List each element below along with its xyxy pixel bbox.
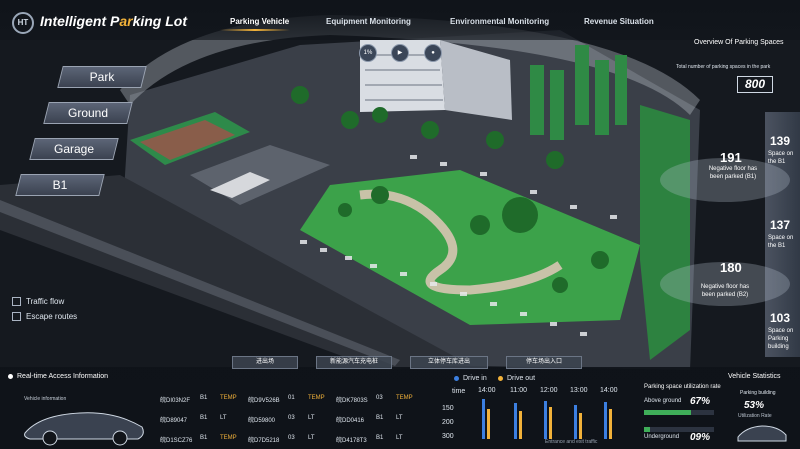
space-building-label: Space on Parking building — [768, 328, 794, 350]
nav-revenue-situation[interactable]: Revenue Situation — [584, 17, 654, 26]
type-cell: TEMP — [308, 395, 325, 401]
underground-label: Underground — [644, 434, 680, 440]
legend-drive-in: Drive in — [454, 375, 487, 382]
vehicle-icon — [737, 425, 787, 442]
y-tick: 300 — [442, 433, 454, 440]
type-cell: TEMP — [396, 395, 413, 401]
record-button[interactable]: ● — [424, 44, 442, 62]
flow-caption: Entrance and exit traffic — [545, 439, 598, 445]
underground-value: 09% — [690, 432, 711, 443]
tab-entry-exit[interactable]: 进出场 — [232, 356, 298, 369]
nav-active-indicator — [220, 29, 290, 31]
floor-button-ground[interactable]: Ground — [43, 102, 133, 124]
parked-b1-value: 191 — [720, 150, 742, 165]
plate-cell: 皖D89047 — [160, 418, 188, 424]
tab-charging-piles[interactable]: 新能源汽车充电桩 — [316, 356, 392, 369]
time-tick: 14:00 — [478, 387, 496, 394]
above-ground-bar — [644, 410, 714, 415]
top-bar: HT Intelligent Parking Lot Parking Vehic… — [0, 0, 800, 40]
vehicle-stats-value: 53% — [744, 400, 765, 411]
traffic-flow-checkbox[interactable] — [12, 297, 21, 307]
legend-drive-out: Drive out — [498, 375, 535, 382]
tab-lot-entrances[interactable]: 停车场出入口 — [506, 356, 582, 369]
parked-b2-value: 180 — [720, 260, 742, 275]
access-dot-icon — [8, 373, 13, 379]
floor-cell: 03 — [288, 415, 295, 421]
floor-cell: B1 — [200, 395, 208, 401]
time-tick: 12:00 — [540, 387, 558, 394]
drive-out-dot-icon — [498, 375, 503, 381]
space-b1-label: Space on the B1 — [768, 151, 794, 165]
floor-cell: 03 — [376, 395, 383, 401]
floor-cell: B1 — [376, 415, 384, 421]
legend-escape-routes[interactable]: Escape routes — [12, 312, 77, 322]
y-tick: 200 — [442, 419, 454, 426]
access-title: Real-time Access Information — [8, 373, 108, 380]
plate-cell: 皖D59800 — [248, 418, 276, 424]
plate-cell: 皖D9V526B — [248, 398, 280, 404]
parked-b1-label: Negative floor has been parked (B1) — [708, 166, 758, 180]
app-title: Intelligent Parking Lot — [40, 13, 188, 29]
access-table: 皖DI03N2F B1 TEMP 皖D9V526B 01 TEMP 皖DK780… — [160, 385, 430, 445]
floor-button-b1[interactable]: B1 — [15, 174, 105, 196]
zoom-percent-button[interactable]: 1% — [359, 44, 377, 62]
plate-cell: 皖D4178T3 — [336, 438, 367, 444]
space-b1b-label: Space on the B1 — [768, 235, 794, 249]
legend-traffic-flow[interactable]: Traffic flow — [12, 297, 64, 307]
space-b1b-value: 137 — [770, 218, 791, 232]
sports-car-icon — [24, 412, 144, 446]
time-tick: 14:00 — [600, 387, 618, 394]
vehicle-stats-title: Vehicle Statistics — [728, 373, 781, 380]
above-ground-label: Above ground — [644, 398, 682, 404]
parking-building-label: Parking building — [740, 390, 776, 396]
nav-environmental-monitoring[interactable]: Environmental Monitoring — [450, 17, 549, 26]
nav-equipment-monitoring[interactable]: Equipment Monitoring — [326, 17, 411, 26]
floor-button-park[interactable]: Park — [57, 66, 147, 88]
plate-cell: 皖D1SCZ76 — [160, 438, 193, 444]
space-b1-value: 139 — [770, 134, 791, 148]
drive-in-dot-icon — [454, 375, 459, 381]
type-cell: TEMP — [220, 435, 237, 441]
time-tick: 11:00 — [510, 387, 527, 394]
type-cell: TEMP — [220, 395, 237, 401]
type-cell: LT — [220, 415, 227, 421]
escape-routes-checkbox[interactable] — [12, 312, 21, 322]
brand-logo-icon: HT — [12, 12, 34, 34]
type-cell: LT — [396, 415, 403, 421]
plate-cell: 皖DI03N2F — [160, 398, 191, 404]
total-spaces-value: 800 — [737, 76, 773, 93]
type-cell: LT — [308, 415, 315, 421]
nav-parking-vehicle[interactable]: Parking Vehicle — [230, 17, 289, 26]
underground-bar — [644, 427, 714, 432]
bottom-panel: Real-time Access Information Vehicle inf… — [0, 367, 800, 449]
floor-cell: B1 — [200, 435, 208, 441]
plate-cell: 皖DK7803S — [336, 398, 368, 404]
floor-cell: 01 — [288, 395, 295, 401]
time-axis-label: time — [452, 388, 466, 395]
overview-title: Overview Of Parking Spaces — [694, 39, 784, 46]
plate-cell: 皖DD0416 — [336, 418, 365, 424]
tab-stereo-garage[interactable]: 立体停车库进出 — [410, 356, 488, 369]
floor-button-garage[interactable]: Garage — [29, 138, 119, 160]
floor-cell: B1 — [200, 415, 208, 421]
plate-cell: 皖D7D5218 — [248, 438, 280, 444]
type-cell: LT — [396, 435, 403, 441]
type-cell: LT — [308, 435, 315, 441]
y-tick: 150 — [442, 405, 454, 412]
play-button[interactable]: ▶ — [391, 44, 409, 62]
floor-cell: 03 — [288, 435, 295, 441]
above-ground-value: 67% — [690, 396, 711, 407]
parked-b2-label: Negative floor has been parked (B2) — [700, 284, 750, 298]
floor-cell: B1 — [376, 435, 384, 441]
time-tick: 13:00 — [570, 387, 588, 394]
flow-bars — [482, 399, 612, 439]
overview-subtitle: Total number of parking spaces in the pa… — [676, 64, 771, 70]
utilization-title: Parking space utilization rate — [644, 384, 721, 390]
space-building-value: 103 — [770, 311, 791, 325]
